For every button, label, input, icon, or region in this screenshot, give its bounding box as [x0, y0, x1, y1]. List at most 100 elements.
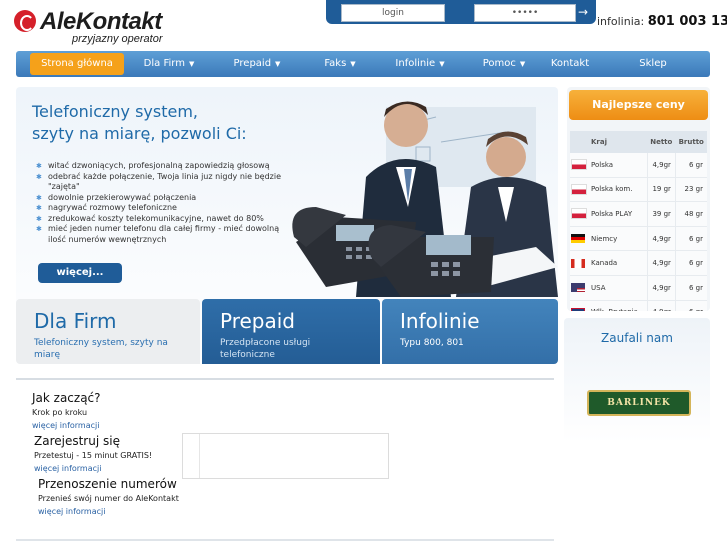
table-header: Netto [647, 131, 676, 153]
step-subtitle: Krok po kroku [32, 408, 88, 417]
nav-item-pomoc[interactable]: Pomoc ▼ [460, 51, 548, 77]
more-button[interactable]: więcej... [38, 263, 122, 283]
hero-title: Telefoniczny system, szyty na miarę, poz… [32, 101, 272, 145]
country-cell: Polska kom. [590, 177, 648, 203]
table-row: Polska 4,9gr 6 gr [570, 153, 707, 178]
step-subtitle: Przetestuj - 15 minut GRATIS! [34, 451, 153, 460]
nav-label: Kontakt [550, 58, 590, 69]
box-dla-firm[interactable]: Dla Firm Telefoniczny system, szyty na m… [16, 299, 200, 364]
flag-uk-icon [570, 300, 590, 311]
country-cell: Polska PLAY [590, 201, 648, 227]
step-link[interactable]: więcej informacji [38, 507, 105, 516]
table-row: Polska PLAY 39 gr 48 gr [570, 201, 707, 227]
nav-label: Dla Firm [143, 58, 185, 69]
nav-item-dla-firm[interactable]: Dla Firm ▼ [124, 51, 214, 77]
table-row: Wlk. Brytania 4,9gr 6 gr [570, 300, 707, 311]
brutto-cell: 6 gr [674, 275, 707, 301]
divider [16, 378, 554, 380]
brutto-cell: 6 gr [674, 226, 707, 252]
brutto-cell: 6 gr [674, 300, 707, 311]
brutto-cell: 6 gr [674, 250, 707, 276]
hero-banner: Telefoniczny system, szyty na miarę, poz… [16, 87, 558, 364]
country-cell: Wlk. Brytania [590, 300, 648, 311]
trusted-panel: Zaufali nam BARLINEK [564, 318, 710, 442]
chevron-down-icon: ▼ [439, 60, 445, 68]
netto-cell: 39 gr [646, 201, 676, 227]
password-input[interactable]: ••••• [474, 4, 576, 22]
netto-cell: 4,9gr [646, 153, 676, 178]
divider [16, 539, 554, 541]
nav-label: Strona główna [41, 58, 113, 69]
feature-item: zredukować koszty telekomunikacyjne, naw… [36, 214, 296, 225]
step-link[interactable]: więcej informacji [32, 421, 99, 430]
infolinia-label: infolinia: [597, 15, 645, 28]
box-subtitle: Przedpłacone usługi telefoniczne [220, 338, 311, 360]
feature-item: mieć jeden numer telefonu dla całej firm… [36, 224, 296, 245]
table-header-row: Kraj Netto Brutto [570, 131, 707, 153]
step-title: Zarejestruj się [34, 434, 120, 448]
login-input[interactable]: login [341, 4, 445, 22]
hero-title-line: szyty na miarę, pozwoli Ci: [32, 124, 247, 143]
logo[interactable]: AleKontakt przyjazny operator [14, 8, 174, 46]
country-cell: USA [590, 275, 648, 301]
chevron-down-icon: ▼ [350, 60, 356, 68]
logo-text: AleKontakt [40, 8, 162, 35]
netto-cell: 4,9gr [646, 226, 676, 252]
brutto-cell: 48 gr [674, 201, 707, 227]
country-cell: Niemcy [590, 226, 648, 252]
flag-germany-icon [570, 226, 590, 252]
flag-poland-icon [570, 177, 590, 203]
nav-item-strona-glowna[interactable]: Strona główna [30, 53, 124, 75]
infolinia: infolinia: 801 003 130 [597, 14, 727, 29]
nav-label: Prepaid [233, 58, 272, 69]
table-header [570, 131, 590, 153]
box-title: Prepaid [220, 309, 295, 333]
nav-item-infolinie[interactable]: Infolinie ▼ [376, 51, 464, 77]
box-subtitle: Typu 800, 801 [400, 338, 464, 348]
brutto-cell: 23 gr [674, 177, 707, 203]
partner-logo-barlinek[interactable]: BARLINEK [587, 390, 691, 416]
step-title: Przenoszenie numerów [38, 477, 177, 491]
login-submit-arrow-icon[interactable]: → [576, 4, 590, 20]
nav-item-kontakt[interactable]: Kontakt [544, 51, 596, 77]
main-nav: Strona główna Dla Firm ▼ Prepaid ▼ Faks ▼ I… [16, 51, 710, 77]
feature-list: witać dzwoniących, profesjonalną zapowie… [36, 161, 296, 245]
table-header: Brutto [675, 131, 707, 153]
table-header: Kraj [590, 131, 648, 153]
box-title: Dla Firm [34, 309, 117, 333]
nav-label: Infolinie [395, 58, 436, 69]
embedded-frame [182, 433, 389, 479]
box-prepaid[interactable]: Prepaid Przedpłacone usługi telefoniczne [202, 299, 380, 364]
step-title: Jak zacząć? [32, 391, 101, 405]
chevron-down-icon: ▼ [275, 60, 281, 68]
step-link[interactable]: więcej informacji [34, 464, 101, 473]
flag-poland-icon [570, 201, 590, 227]
feature-item: dowolnie przekierowywać połączenia [36, 193, 296, 204]
feature-item: odebrać każde połączenie, Twoja linia ju… [36, 172, 296, 193]
nav-item-faks[interactable]: Faks ▼ [296, 51, 384, 77]
hero-illustration [266, 87, 558, 297]
netto-cell: 4,9gr [646, 275, 676, 301]
netto-cell: 19 gr [646, 177, 676, 203]
hero-title-line: Telefoniczny system, [32, 102, 199, 121]
prices-title[interactable]: Najlepsze ceny [569, 90, 708, 120]
nav-item-prepaid[interactable]: Prepaid ▼ [212, 51, 302, 77]
feature-item: nagrywać rozmowy telefoniczne [36, 203, 296, 214]
hero-illustration-svg [292, 101, 558, 297]
box-title: Infolinie [400, 309, 480, 333]
nav-label: Faks [324, 58, 347, 69]
flag-poland-icon [570, 153, 590, 178]
infolinia-number: 801 003 130 [647, 14, 727, 29]
logo-mark-icon [14, 10, 36, 32]
country-cell: Polska [590, 153, 648, 178]
nav-label: Sklep [639, 58, 667, 69]
nav-item-sklep[interactable]: Sklep [628, 51, 678, 77]
logo-tagline: przyjazny operator [72, 33, 163, 45]
prices-table: Kraj Netto Brutto Polska 4,9gr 6 gr Pols… [570, 131, 707, 311]
table-row: Kanada 4,9gr 6 gr [570, 250, 707, 276]
prices-panel: Najlepsze ceny Kraj Netto Brutto Polska … [567, 87, 710, 311]
country-cell: Kanada [590, 250, 648, 276]
flag-canada-icon [570, 250, 590, 276]
trusted-title: Zaufali nam [601, 331, 673, 345]
box-infolinie[interactable]: Infolinie Typu 800, 801 [382, 299, 558, 364]
